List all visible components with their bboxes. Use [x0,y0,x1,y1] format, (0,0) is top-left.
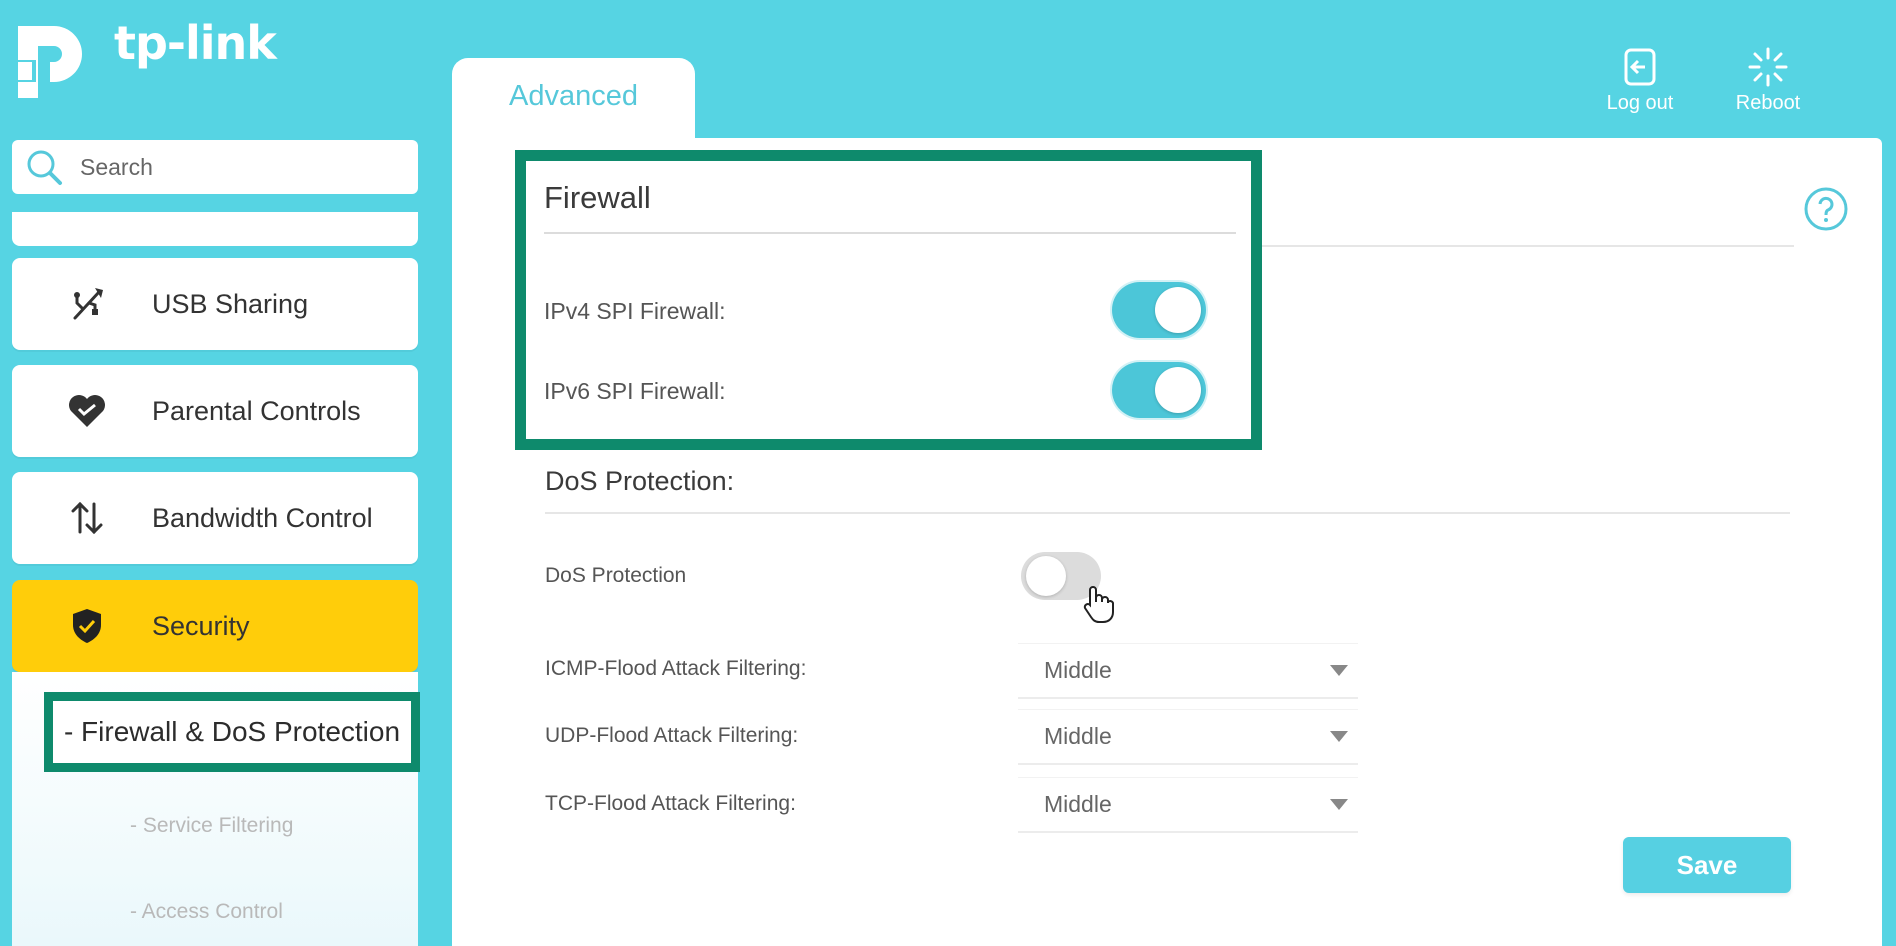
sidebar-item-label: Security [152,610,250,641]
udp-flood-select[interactable]: Middle [1018,709,1358,765]
submenu-item-label: - Firewall & DoS Protection [63,716,401,747]
divider [544,232,1236,234]
tp-link-logo-icon [18,26,82,98]
submenu-item-service-filtering[interactable]: - Service Filtering [130,814,293,838]
up-down-arrows-icon [64,495,110,541]
caret-down-icon [1330,665,1348,676]
submenu-item-firewall-dos[interactable]: - Firewall & DoS Protection [44,692,420,772]
ipv4-spi-label: IPv4 SPI Firewall: [544,298,726,324]
reboot-icon [1748,47,1788,87]
tp-link-logo: tp-link [10,10,277,102]
caret-down-icon [1330,799,1348,810]
sidebar-item-security[interactable]: Security [12,580,418,672]
sidebar-item-bandwidth-control[interactable]: Bandwidth Control [12,472,418,564]
toggle-knob [1026,556,1066,596]
icmp-flood-select[interactable]: Middle [1018,643,1358,699]
logout-icon [1624,48,1656,86]
divider [1240,245,1794,247]
tcp-flood-select[interactable]: Middle [1018,777,1358,833]
reboot-label: Reboot [1735,92,1801,114]
tab-advanced[interactable]: Advanced [452,58,695,148]
tcp-flood-label: TCP-Flood Attack Filtering: [545,792,796,815]
save-button[interactable]: Save [1623,837,1791,893]
ipv6-spi-toggle[interactable] [1112,362,1206,418]
dos-section-title: DoS Protection: [545,466,735,496]
logout-label: Log out [1606,92,1674,114]
sidebar-item-partial[interactable] [12,212,418,246]
icmp-flood-label: ICMP-Flood Attack Filtering: [545,657,807,680]
search-box [12,140,418,194]
hand-cursor-icon [1083,586,1114,623]
select-value: Middle [1044,723,1112,749]
select-value: Middle [1044,657,1112,683]
brand-name: tp-link [114,16,277,70]
reboot-button[interactable]: Reboot [1713,46,1823,115]
toggle-knob [1155,367,1201,413]
ipv4-spi-toggle[interactable] [1112,282,1206,338]
heart-icon [64,388,110,434]
search-icon [27,150,62,185]
logout-button[interactable]: Log out [1585,46,1695,115]
sidebar-item-usb-sharing[interactable]: USB Sharing [12,258,418,350]
divider [545,512,1790,514]
ipv6-spi-label: IPv6 SPI Firewall: [544,378,726,404]
dos-protection-label: DoS Protection [545,564,687,587]
search-input[interactable] [80,153,400,181]
sidebar-item-label: Parental Controls [152,395,361,426]
sidebar-item-label: USB Sharing [152,288,309,319]
firewall-title: Firewall [544,180,651,215]
toggle-knob [1155,287,1201,333]
sidebar-item-label: Bandwidth Control [152,502,373,533]
usb-icon [64,281,110,327]
select-value: Middle [1044,791,1112,817]
caret-down-icon [1330,731,1348,742]
help-icon[interactable] [1803,186,1849,232]
udp-flood-label: UDP-Flood Attack Filtering: [545,724,799,747]
sidebar-item-parental-controls[interactable]: Parental Controls [12,365,418,457]
shield-check-icon [64,603,110,649]
submenu-item-access-control[interactable]: - Access Control [130,900,283,924]
